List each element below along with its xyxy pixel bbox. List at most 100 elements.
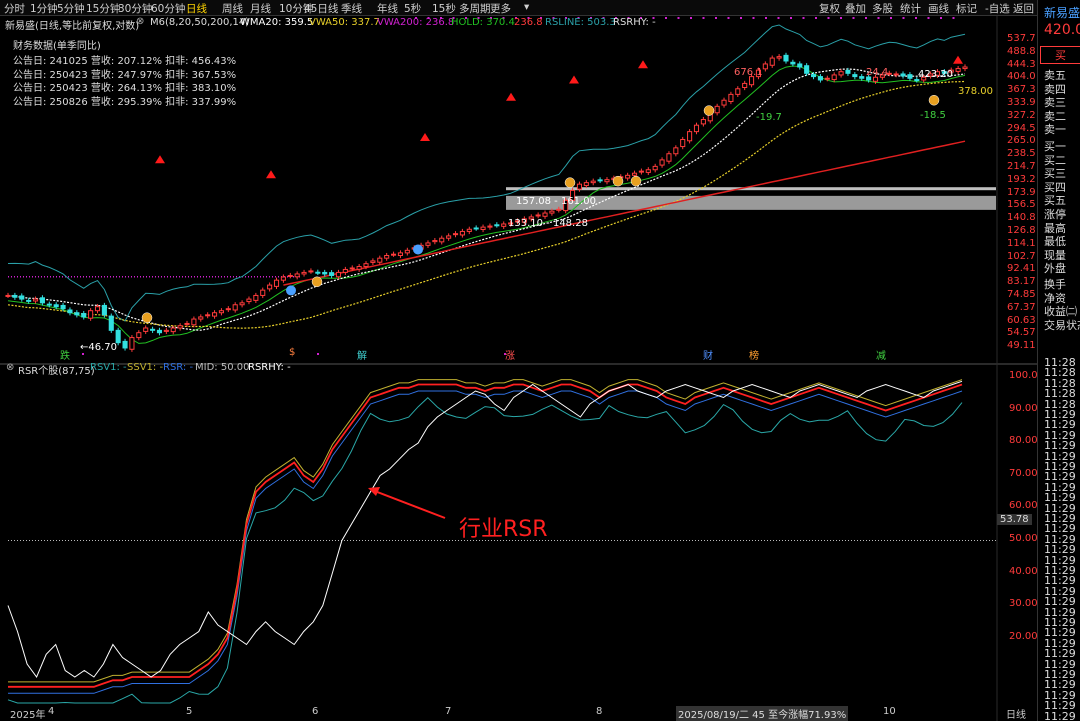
candle-93 [645,169,651,173]
magenta-dot-20 [665,17,667,19]
side-price: 420.0 [1044,22,1080,38]
rsr-cyan-series [7,397,963,704]
candle-43 [301,271,307,275]
stock-label: 新易盛(日线,等比前复权,对数) [5,21,140,32]
candle-90 [625,174,631,179]
side-label-4: 卖一 [1044,123,1066,137]
candle-45 [315,271,321,274]
magenta-dot-31 [802,17,805,19]
candle-50 [349,267,355,270]
candle-42 [294,273,300,278]
candle-100 [693,124,700,133]
candle-85 [590,180,596,184]
vwa200-series [283,140,966,286]
candle-39 [273,279,280,287]
timeframe-2[interactable]: 5分钟 [57,1,85,16]
candle-58 [404,249,410,254]
timeframe-10[interactable]: 45日线 [304,1,338,16]
timeframe-6[interactable]: 日线 [186,1,207,16]
coin-icon-3 [612,175,624,187]
toolbar-btn-3[interactable]: 统计 [900,1,921,16]
candle-0 [5,294,11,297]
price-tick-22: 60.63 [1007,314,1036,326]
candle-63 [439,237,445,243]
rsr-value-label: RSR: - [163,362,194,373]
candle-95 [659,159,665,166]
magenta-dot-43 [952,17,955,19]
candle-5 [39,297,45,304]
price-tick-3: 404.0 [1007,71,1036,83]
side-label-14: 外盘 [1044,262,1066,276]
candle-115 [797,63,803,68]
price-tick-10: 214.7 [1007,161,1036,172]
signal-triangle-6 [953,55,963,64]
candle-44 [308,270,314,273]
rsr-tick-3: 70.00 [1009,467,1038,479]
rsr-tick-2: 80.00 [1009,435,1038,447]
candle-130 [900,73,906,77]
price-tick-1: 488.8 [1007,45,1036,57]
timeframe-8[interactable]: 月线 [250,1,271,16]
timeframe-7[interactable]: 周线 [222,1,243,16]
candle-3 [26,299,32,302]
event-marker-3: 涨 [505,351,515,362]
x-period: 日线 [1006,710,1026,721]
timeframe-1[interactable]: 1分钟 [30,1,58,16]
timeframe-3[interactable]: 15分钟 [86,1,120,16]
x-info-label: 2025/08/19/二 45 至今涨幅71.93% [676,706,849,721]
event-marker-5: 榜 [749,351,759,362]
price-tick-7: 294.5 [1007,122,1036,134]
toolbar-btn-0[interactable]: 复权 [819,1,840,16]
x-month-1: 5 [186,706,193,717]
toolbar-btn-6[interactable]: -自选 [985,1,1010,16]
toolbar-btn-4[interactable]: 画线 [928,1,949,16]
timeframe-14[interactable]: 15秒 [432,1,456,16]
candle-61 [425,242,431,246]
candle-120 [831,74,837,81]
event-marker-0: 跌 [60,351,70,362]
candle-78 [542,212,548,217]
candle-48 [335,271,342,278]
toolbar-btn-1[interactable]: 叠加 [845,1,866,16]
p197-label: -19.7 [756,112,782,123]
toolbar-btn-5[interactable]: 标记 [956,1,977,16]
timeframe-11[interactable]: 季线 [341,1,362,16]
candle-122 [845,69,851,74]
magenta-marker-0 [82,353,84,355]
price-tick-13: 156.5 [1007,199,1036,211]
timeframe-4[interactable]: 30分钟 [118,1,152,16]
candle-77 [535,214,541,217]
event-marker-1: $ [289,347,296,358]
m6-label: M6(8,20,50,200,14) [150,17,250,28]
candle-52 [363,263,369,268]
period-toolbar: 分时 1分钟 5分钟 15分钟 30分钟 60分钟 日线 周线 月线 10分钟 45日线 季线 年线 5秒… [0,0,1037,16]
zone1-label: 157.08 - 161.00 [516,196,596,207]
timeframe-15[interactable]: 多周期 [459,1,491,16]
timeframe-13[interactable]: 5秒 [404,1,421,16]
price-tick-8: 265.0 [1007,135,1036,147]
side-label-18: 交易状态 [1044,318,1080,332]
candle-121 [838,71,844,76]
candle-29 [205,314,211,317]
toolbar-btn-2[interactable]: 多股 [872,1,893,16]
timeframe-5[interactable]: 60分钟 [151,1,185,16]
toolbar-btn-7[interactable]: 返回 [1013,1,1034,16]
magenta-dot-23 [702,17,705,19]
event-marker-2: 解 [357,351,367,362]
timeframe-0[interactable]: 分时 [4,1,25,16]
candle-34 [239,302,245,306]
price-tick-17: 102.7 [1007,250,1036,262]
rsr-tick-1: 90.00 [1009,402,1038,414]
vwa50-label: VWA50: 337.7 [309,17,380,28]
timeframe-16[interactable]: 更多 [490,1,511,16]
more-dropdown-icon[interactable]: ▾ [524,1,529,13]
candle-28 [198,316,204,320]
candle-96 [666,153,672,162]
timeframe-12[interactable]: 年线 [377,1,398,16]
side-buy-button[interactable]: 买 [1040,46,1080,64]
candle-2 [19,295,25,300]
price-tick-19: 83.17 [1007,276,1036,288]
candle-37 [260,289,266,296]
candle-80 [556,208,562,211]
signal-triangle-1 [266,170,276,179]
